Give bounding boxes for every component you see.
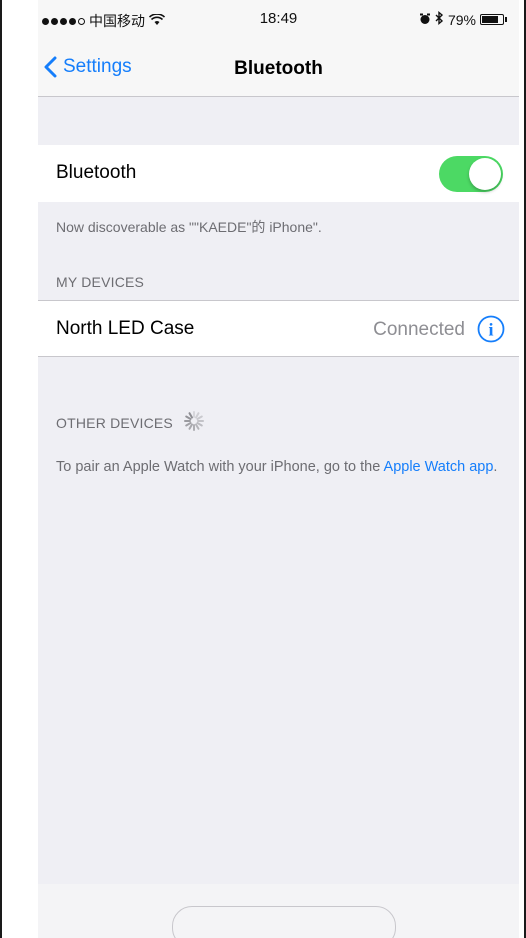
battery-percent: 79%	[447, 11, 476, 28]
svg-text:i: i	[488, 320, 493, 340]
bluetooth-toggle[interactable]	[439, 156, 503, 192]
bluetooth-row: Bluetooth	[38, 145, 519, 202]
alarm-icon	[419, 12, 431, 28]
pair-text: To pair an Apple Watch with your iPhone,…	[56, 459, 381, 475]
other-devices-label: OTHER DEVICES	[56, 414, 173, 431]
loading-spinner-icon	[183, 410, 205, 435]
nav-bar: Settings Bluetooth	[38, 40, 519, 97]
battery-icon	[480, 14, 504, 25]
device-frame: 中国移动 18:49 79% Settings Bluetooth Blueto…	[0, 0, 526, 938]
toggle-knob	[469, 158, 501, 190]
device-status: Connected	[373, 319, 465, 340]
status-bar: 中国移动 18:49 79%	[38, 0, 519, 40]
apple-watch-app-link[interactable]: Apple Watch app	[384, 459, 494, 475]
device-name: North LED Case	[56, 318, 195, 339]
pair-suffix: .	[493, 459, 498, 475]
bottom-pill-control[interactable]	[172, 906, 396, 938]
pair-instructions: To pair an Apple Watch with your iPhone,…	[56, 456, 506, 479]
page-title: Bluetooth	[234, 58, 323, 79]
my-devices-header: MY DEVICES	[56, 274, 145, 290]
discoverable-text: Now discoverable as ""KAEDE"的 iPhone".	[56, 219, 322, 235]
bluetooth-label: Bluetooth	[56, 162, 137, 183]
device-row[interactable]: North LED Case Connected i	[38, 300, 519, 357]
info-icon[interactable]: i	[477, 315, 505, 348]
bottom-area	[38, 884, 519, 938]
status-right: 79%	[419, 11, 507, 28]
bluetooth-icon	[435, 11, 444, 28]
phone-screen: 中国移动 18:49 79% Settings Bluetooth Blueto…	[38, 0, 519, 938]
other-devices-header: OTHER DEVICES	[56, 410, 205, 435]
